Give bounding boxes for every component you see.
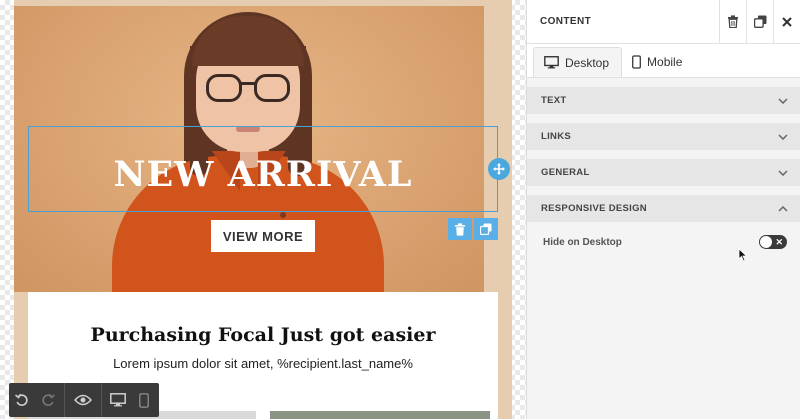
hero-person-glasses [206,74,242,102]
duplicate-button[interactable] [746,0,773,44]
section-links[interactable]: LINKS [527,123,800,150]
section-text[interactable]: TEXT [527,87,800,114]
delete-button[interactable] [719,0,746,44]
section-heading[interactable]: Purchasing Focal Just got easier [28,324,498,346]
selected-block-outline [28,126,498,212]
undo-button[interactable] [9,383,35,417]
hide-on-desktop-row: Hide on Desktop ✕ [527,222,800,262]
section-body-text[interactable]: Lorem ipsum dolor sit amet, %recipient.l… [28,356,498,371]
section-responsive-design[interactable]: RESPONSIVE DESIGN [527,195,800,222]
tab-desktop-label: Desktop [565,55,610,70]
move-icon [493,163,505,175]
device-tabs: Desktop Mobile [527,44,800,78]
desktop-view-button[interactable] [105,383,131,417]
section-general[interactable]: GENERAL [527,159,800,186]
chevron-down-icon [778,97,788,104]
hero-person-glasses [254,74,290,102]
section-label: TEXT [541,95,567,106]
hero-person-glasses [241,82,255,85]
chevron-down-icon [778,133,788,140]
section-label: LINKS [541,131,571,142]
panel-title: CONTENT [540,16,592,27]
trash-icon [728,15,738,28]
move-handle[interactable] [488,158,510,180]
toolbar-divider [101,383,102,417]
close-icon [782,16,792,27]
view-more-button[interactable]: VIEW MORE [211,220,315,252]
tab-mobile-label: Mobile [647,55,683,69]
redo-button[interactable] [35,383,61,417]
delete-block-button[interactable] [448,218,472,240]
hero-person-hair [192,16,304,66]
toggle-knob [760,236,772,248]
hide-on-desktop-toggle[interactable]: ✕ [759,235,787,249]
bottom-toolbar [9,383,159,417]
redo-icon [42,393,56,406]
tab-mobile[interactable]: Mobile [622,47,694,77]
mobile-view-button[interactable] [131,383,157,417]
duplicate-block-button[interactable] [474,218,498,240]
close-button[interactable] [773,0,800,44]
mobile-icon [139,392,149,408]
editor-canvas: NEW ARRIVAL VIEW MORE Purchasing Focal J… [0,0,526,419]
mouse-cursor-icon [738,248,748,262]
product-image-placeholder [270,411,490,419]
mobile-icon [632,55,641,69]
copy-icon [480,223,492,235]
section-label: RESPONSIVE DESIGN [541,203,647,214]
undo-icon [14,393,28,406]
properties-panel: CONTENT Desktop Mobile TEXT LINKS GENERA… [526,0,800,419]
section-label: GENERAL [541,167,590,178]
desktop-icon [110,393,126,407]
hide-on-desktop-label: Hide on Desktop [543,236,622,248]
chevron-down-icon [778,169,788,176]
trash-icon [455,222,465,236]
toolbar-divider [64,383,65,417]
tab-desktop[interactable]: Desktop [533,47,623,77]
toggle-off-icon: ✕ [775,237,783,247]
desktop-icon [544,56,559,69]
panel-header: CONTENT [527,0,800,44]
chevron-up-icon [778,205,788,212]
preview-button[interactable] [68,383,98,417]
preview-eye-icon [74,394,92,406]
copy-icon [753,15,766,28]
